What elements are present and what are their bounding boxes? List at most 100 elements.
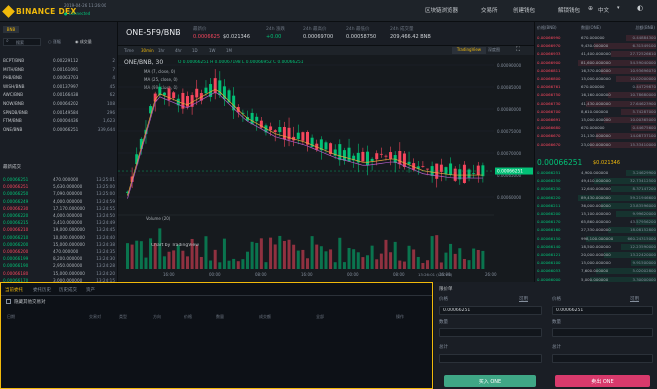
ask-row[interactable]: 0.00066670 23,000.000000 15.33410000 bbox=[537, 141, 656, 148]
pair-row[interactable]: MITH/BNB 0.00161091 7 bbox=[3, 67, 115, 75]
ask-row[interactable]: 0.00066691 15,000.000000 10.00365000 bbox=[537, 117, 656, 123]
buy-total-label: 总计 bbox=[439, 345, 448, 350]
ask-row[interactable]: 0.00066800 15,000.000000 10.02000000 bbox=[537, 76, 656, 82]
ask-row[interactable]: 0.00066970 9,430.000000 6.31549100 bbox=[537, 43, 656, 50]
book-last-price: 0.00066251 bbox=[537, 158, 583, 167]
fullscreen-icon[interactable]: ⛶ bbox=[516, 46, 520, 54]
ask-amount: 15,000.000000 bbox=[581, 76, 611, 81]
tab-bnb[interactable]: BNB bbox=[3, 26, 19, 33]
ask-row[interactable]: 0.00066761 670.000000 0.44729870 bbox=[537, 84, 656, 91]
bid-row[interactable]: 0.00066121 20,000.000000 13.22420000 bbox=[537, 252, 656, 258]
bid-row[interactable]: 0.00066200 15,100.000000 9.99620000 bbox=[537, 211, 656, 217]
tab-open-orders[interactable]: 当前委托 bbox=[5, 287, 23, 293]
ask-row[interactable]: 0.00066900 81,600.000000 54.59040000 bbox=[537, 59, 656, 66]
chart-area[interactable]: Time 30min 1hr 4hr 1D 1W 1M TradingView 深度图 ⛶ … bbox=[118, 46, 534, 282]
orders-col-3: 方向 bbox=[153, 314, 161, 319]
tab-trade-history[interactable]: 历史成交 bbox=[59, 287, 77, 293]
bid-row[interactable]: 0.00066100 15,000.000000 9.91500000 bbox=[537, 260, 656, 267]
pair-row[interactable]: SPNDB/BNB 0.00149584 296 bbox=[3, 110, 115, 118]
globe-icon[interactable]: ⊕ bbox=[588, 5, 593, 12]
tab-tradingview[interactable]: TradingView bbox=[452, 47, 486, 54]
theme-toggle-icon[interactable]: ◐ bbox=[637, 4, 643, 12]
pair-row[interactable]: FTM/BNB 0.00004436 1,623 bbox=[3, 118, 115, 126]
ask-row[interactable]: 0.00066990 670.000000 0.44884300 bbox=[537, 35, 656, 41]
nav-create-wallet[interactable]: 创建钱包 bbox=[513, 6, 535, 14]
candle-body bbox=[421, 166, 425, 167]
tab-assets[interactable]: 资产 bbox=[86, 287, 95, 293]
buy-amount-input[interactable] bbox=[439, 328, 542, 337]
ask-price: 0.00066933 bbox=[537, 51, 561, 57]
interval-6[interactable]: 1M bbox=[226, 48, 232, 53]
bid-amount: 36,000.000000 bbox=[581, 202, 611, 208]
candle-body bbox=[250, 112, 254, 125]
orders-col-7[interactable]: 全部 bbox=[316, 314, 324, 320]
buy-button[interactable]: 买入 ONE bbox=[444, 375, 536, 387]
radio-change[interactable]: ○ 涨幅 bbox=[48, 39, 61, 45]
pair-row[interactable]: BCPT/BNB 0.00229112 2 bbox=[3, 58, 115, 66]
sell-amount-input[interactable] bbox=[552, 328, 653, 337]
ask-row[interactable]: 0.00066750 16,160.000000 10.78680000 bbox=[537, 92, 656, 99]
trade-time: 13:24:38 bbox=[96, 241, 115, 247]
buy-price-input[interactable]: 0.00066251 bbox=[439, 306, 542, 315]
ask-total: 0.44884300 bbox=[632, 35, 656, 40]
pair-row[interactable]: PHB/BNB 0.00063703 4 bbox=[3, 75, 115, 83]
volume-bar bbox=[264, 262, 268, 269]
buy-available: 可用 bbox=[519, 297, 528, 302]
interval-1[interactable]: 30min bbox=[141, 48, 154, 53]
nav-unlock-wallet[interactable]: 解锁钱包 bbox=[558, 6, 580, 14]
bid-row[interactable]: 0.00066170 65,860.000000 43.57956200 bbox=[537, 219, 656, 226]
interval-3[interactable]: 4hr bbox=[175, 48, 182, 53]
ask-row[interactable]: 0.00066933 41,400.000000 27.72526610 bbox=[537, 51, 656, 58]
ask-row[interactable]: 0.00066700 8,610.000000 5.74287000 bbox=[537, 108, 656, 115]
interval-5[interactable]: 1W bbox=[209, 48, 216, 53]
bid-row[interactable]: 0.00066160 27,330.000000 18.08152800 bbox=[537, 227, 656, 234]
sell-button[interactable]: 卖出 ONE bbox=[555, 375, 650, 387]
pair-symbol: WISH/BNB bbox=[3, 83, 25, 89]
sell-total-input[interactable] bbox=[552, 354, 653, 363]
hide-pairs-checkbox[interactable] bbox=[6, 299, 11, 304]
interval-2[interactable]: 1hr bbox=[158, 48, 165, 53]
pair-row[interactable]: ONE/BNB 0.00066251 339,644 bbox=[3, 127, 115, 135]
pair-volume: 4 bbox=[112, 75, 115, 81]
bid-row[interactable]: 0.00066251 4,900.000000 3.24629900 bbox=[537, 170, 656, 176]
ask-row[interactable]: 0.00066670 21,130.000000 14.08737100 bbox=[537, 133, 656, 140]
nav-explorer[interactable]: 区块链浏览器 bbox=[425, 6, 458, 14]
volume-bar bbox=[467, 260, 471, 269]
bid-amount: 89,430.000000 bbox=[581, 194, 611, 200]
ask-row[interactable]: 0.00066811 16,370.000000 10.93696070 bbox=[537, 67, 656, 74]
bid-row[interactable]: 0.00066053 7,600.000000 5.02002800 bbox=[537, 268, 656, 275]
y-tick-label: 0.00090000 bbox=[497, 63, 522, 68]
ask-row[interactable]: 0.00066730 41,430.000000 27.64623900 bbox=[537, 100, 656, 107]
candle-body bbox=[389, 152, 393, 159]
bid-row[interactable]: 0.00066150 998,100.000000 660.24315000 bbox=[537, 235, 656, 242]
interval-4[interactable]: 1D bbox=[192, 48, 198, 53]
connection-status: ● Connected bbox=[64, 11, 91, 16]
y-tick-label: 0.00085000 bbox=[497, 85, 522, 90]
bid-row[interactable]: 0.00066230 12,640.000000 8.37147200 bbox=[537, 186, 656, 193]
ask-price: 0.00066700 bbox=[537, 108, 561, 114]
nav-exchange[interactable]: 交易所 bbox=[481, 6, 498, 14]
bid-price: 0.00066121 bbox=[537, 252, 561, 257]
ask-row[interactable]: 0.00066680 670.000000 0.44675600 bbox=[537, 125, 656, 132]
bid-row[interactable]: 0.00066211 36,000.000000 23.83596000 bbox=[537, 202, 656, 209]
pair-row[interactable]: AWC/BNB 0.00166438 62 bbox=[3, 92, 115, 100]
pair-row[interactable]: NOW/BNB 0.00064202 108 bbox=[3, 101, 115, 109]
orders-col-5: 数量 bbox=[216, 314, 224, 319]
volume-bar bbox=[398, 260, 402, 269]
sell-price-input[interactable]: 0.00066251 bbox=[552, 306, 653, 315]
bid-row[interactable]: 0.00066250 49,410.000000 32.73412500 bbox=[537, 178, 656, 185]
tab-depth[interactable]: 深度图 bbox=[488, 47, 500, 53]
buy-total-input[interactable] bbox=[439, 354, 542, 363]
bid-row[interactable]: 0.00066220 89,430.000000 59.21946600 bbox=[537, 194, 656, 201]
candle-body bbox=[384, 155, 388, 157]
tab-order-history[interactable]: 委托历史 bbox=[33, 287, 51, 293]
tradingview-credit[interactable]: Chart by TradingView bbox=[151, 243, 199, 248]
bid-price: 0.00066000 bbox=[537, 276, 561, 282]
radio-volume[interactable]: ◉ 成交量 bbox=[75, 39, 92, 45]
pair-row[interactable]: WISH/BNB 0.00137997 45 bbox=[3, 84, 115, 92]
volume-bar bbox=[222, 238, 226, 269]
interval-0[interactable]: Time bbox=[124, 48, 134, 53]
bid-row[interactable]: 0.00066140 18,500.000000 12.23590000 bbox=[537, 243, 656, 250]
chevron-down-icon[interactable]: ▾ bbox=[176, 30, 179, 36]
language-select[interactable]: 中文 bbox=[598, 6, 609, 14]
